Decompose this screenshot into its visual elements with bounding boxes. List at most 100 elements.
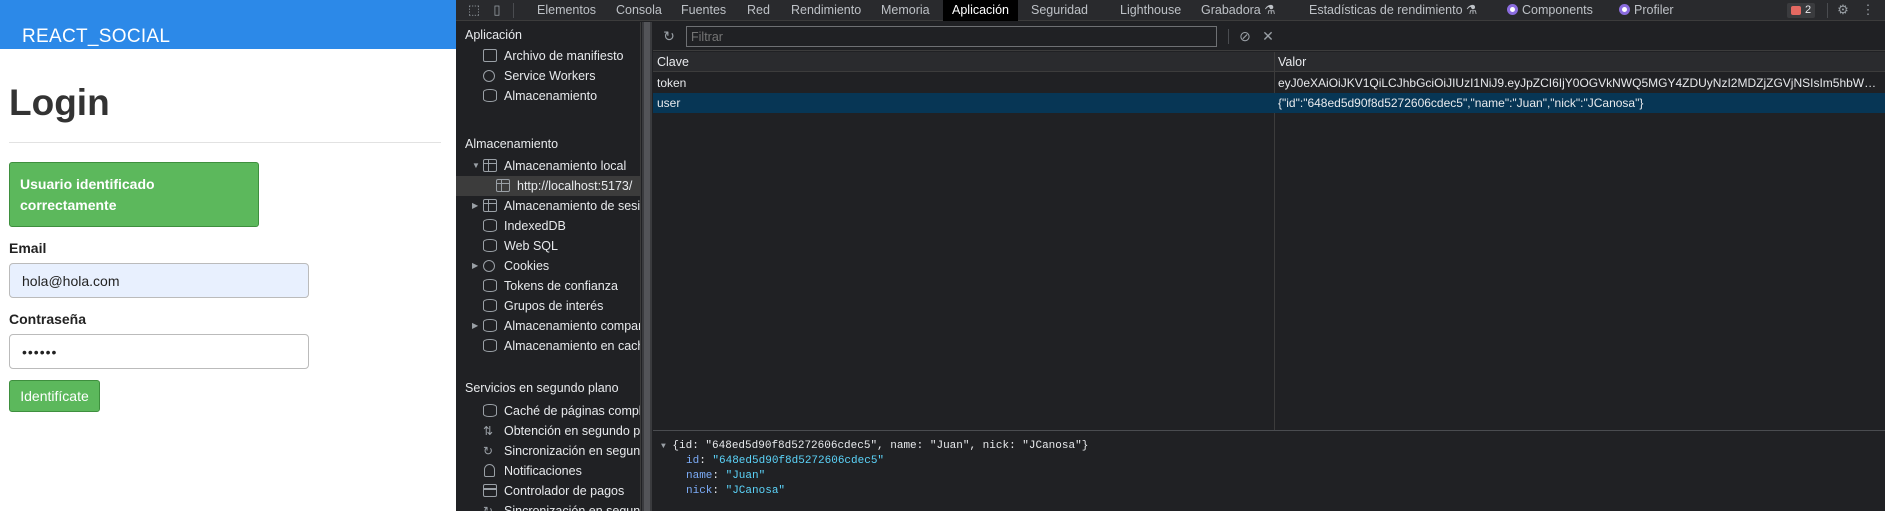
column-header-value[interactable]: Valor	[1278, 55, 1306, 69]
flask-icon: ⚗	[1264, 3, 1276, 17]
email-field[interactable]: hola@hola.com	[9, 263, 309, 298]
sidebar-item-tokens[interactable]: Tokens de confianza	[456, 276, 640, 296]
email-label: Email	[9, 240, 47, 256]
table-icon	[483, 159, 497, 172]
sidebar-item-cache[interactable]: Almacenamiento en caché	[456, 336, 640, 356]
cell-value: eyJ0eXAiOiJKV1QiLCJhbGciOiJIUzI1NiJ9.eyJ…	[1278, 76, 1883, 90]
tab-estadisticas[interactable]: Estadísticas de rendimiento ⚗	[1309, 0, 1477, 21]
sidebar-item-label: Sincronización en segundo plano periódic…	[504, 504, 641, 511]
sidebar-item-almacenamiento-local[interactable]: ▼ Almacenamiento local	[456, 156, 640, 176]
chevron-right-icon[interactable]: ▶	[472, 196, 480, 216]
sidebar-item-cookies[interactable]: ▶ Cookies	[456, 256, 640, 276]
sidebar-item-localhost[interactable]: http://localhost:5173/	[456, 176, 640, 196]
tab-components[interactable]: Components	[1507, 0, 1593, 21]
sidebar-item-compartido[interactable]: ▶ Almacenamiento compartido	[456, 316, 640, 336]
inspect-element-icon[interactable]: ⬚	[466, 2, 482, 18]
flask-icon: ⚗	[1466, 3, 1478, 17]
tab-elementos[interactable]: Elementos	[537, 0, 596, 21]
brand-title[interactable]: REACT_SOCIAL	[22, 25, 456, 48]
sidebar-item-label: http://localhost:5173/	[517, 179, 633, 193]
issues-badge[interactable]: 2	[1787, 3, 1816, 18]
table-icon	[496, 179, 510, 192]
tab-lighthouse[interactable]: Lighthouse	[1120, 0, 1181, 21]
refresh-icon[interactable]: ↻	[661, 28, 677, 44]
sidebar-item-pagos[interactable]: Controlador de pagos	[456, 481, 640, 501]
sidebar-section-almacenamiento: Almacenamiento	[465, 137, 559, 151]
divider	[9, 142, 441, 143]
prop-key: id	[686, 455, 700, 467]
tab-grabadora[interactable]: Grabadora ⚗	[1201, 0, 1275, 21]
clear-all-icon[interactable]: ⊘	[1237, 28, 1253, 44]
prop-colon: :	[712, 470, 726, 482]
sidebar-item-sesion[interactable]: ▶ Almacenamiento de sesión	[456, 196, 641, 216]
sync-icon: ↻	[483, 444, 494, 458]
sidebar-item-notificaciones[interactable]: Notificaciones	[456, 461, 640, 481]
database-icon	[483, 339, 497, 352]
gear-icon	[483, 70, 495, 82]
app-header: REACT_SOCIAL	[0, 0, 456, 49]
tab-rendimiento[interactable]: Rendimiento	[791, 0, 861, 21]
cell-key: user	[657, 96, 681, 110]
sidebar-item-label: Grupos de interés	[504, 299, 604, 313]
chevron-right-icon[interactable]: ▶	[472, 316, 480, 336]
sidebar-item-label: Web SQL	[504, 239, 558, 253]
filter-toolbar: ↻ ⊘ ✕	[653, 22, 1885, 51]
toolbar-separator	[513, 3, 514, 18]
tab-seguridad[interactable]: Seguridad	[1031, 0, 1088, 21]
prop-key: nick	[686, 485, 713, 497]
sidebar-item-grupos[interactable]: Grupos de interés	[456, 296, 640, 316]
database-icon	[483, 239, 497, 252]
sidebar-item-sync-periodica[interactable]: ↻ Sincronización en segundo plano periód…	[456, 501, 641, 511]
table-row[interactable]: user {"id":"648ed5d90f8d5272606cdec5","n…	[653, 93, 1885, 113]
tab-red[interactable]: Red	[747, 0, 770, 21]
preview-prop: nick: "JCanosa"	[686, 484, 785, 498]
login-button[interactable]: Identifícate	[9, 380, 100, 412]
preview-prop: id: "648ed5d90f8d5272606cdec5"	[686, 454, 884, 468]
tab-fuentes[interactable]: Fuentes	[681, 0, 726, 21]
sidebar-item-label: Cookies	[504, 259, 550, 273]
chevron-down-icon[interactable]: ▼	[472, 156, 480, 176]
prop-value: "Juan"	[725, 470, 766, 482]
table-row[interactable]: token eyJ0eXAiOiJKV1QiLCJhbGciOiJIUzI1Ni…	[653, 73, 1885, 93]
cell-key: token	[657, 76, 687, 90]
chevron-down-icon: ▼	[661, 442, 666, 451]
tab-memoria[interactable]: Memoria	[881, 0, 930, 21]
preview-summary[interactable]: ▼ {id: "648ed5d90f8d5272606cdec5", name:…	[661, 439, 1088, 454]
gear-icon[interactable]: ⚙	[1835, 2, 1851, 18]
sidebar-item-indexeddb[interactable]: IndexedDB	[456, 216, 640, 236]
sidebar-item-label: Almacenamiento	[504, 89, 598, 103]
tab-consola[interactable]: Consola	[616, 0, 662, 21]
sidebar-item-manifiesto[interactable]: Archivo de manifiesto	[456, 46, 640, 66]
sidebar-item-label: Almacenamiento compartido	[504, 319, 640, 333]
sidebar-item-websql[interactable]: Web SQL	[456, 236, 640, 256]
database-icon	[483, 319, 497, 332]
column-header-key[interactable]: Clave	[657, 55, 689, 69]
sidebar-item-sincronizacion[interactable]: ↻ Sincronización en segundo plano	[456, 441, 640, 461]
sidebar-item-label: Almacenamiento de sesión	[504, 199, 641, 213]
value-preview: ▼ {id: "648ed5d90f8d5272606cdec5", name:…	[653, 430, 1885, 511]
sidebar-section-aplicacion: Aplicación	[465, 28, 522, 42]
sidebar-item-label: Service Workers	[504, 69, 596, 83]
sidebar-resizer[interactable]	[642, 22, 652, 511]
sidebar-item-almacenamiento[interactable]: Almacenamiento	[456, 86, 640, 106]
toolbar-separator	[1827, 3, 1828, 18]
password-field[interactable]: ••••••	[9, 334, 309, 369]
cookie-icon	[483, 260, 495, 272]
filter-input[interactable]	[686, 26, 1217, 47]
delete-selected-icon[interactable]: ✕	[1260, 28, 1276, 44]
preview-summary-text: {id: "648ed5d90f8d5272606cdec5", name: "…	[672, 440, 1089, 452]
more-options-icon[interactable]: ⋮	[1860, 2, 1876, 18]
devtools-panel: ⬚ ▯ Elementos Consola Fuentes Red Rendim…	[456, 0, 1885, 511]
tab-estadisticas-label: Estadísticas de rendimiento	[1309, 3, 1463, 17]
prop-colon: :	[712, 485, 726, 497]
chevron-right-icon[interactable]: ▶	[472, 256, 480, 276]
sidebar-item-cache-paginas[interactable]: Caché de páginas completa	[456, 401, 640, 421]
tab-profiler[interactable]: Profiler	[1619, 0, 1674, 21]
storage-main-pane: ↻ ⊘ ✕ Clave Valor token eyJ0eXAiOiJKV1Qi…	[653, 22, 1885, 511]
tab-aplicacion[interactable]: Aplicación	[943, 0, 1018, 21]
sidebar-item-label: Controlador de pagos	[504, 484, 625, 498]
sidebar-item-label: IndexedDB	[504, 219, 566, 233]
device-toolbar-icon[interactable]: ▯	[489, 2, 505, 18]
sidebar-item-obtencion[interactable]: ⇅ Obtención en segundo plano	[456, 421, 640, 441]
sidebar-item-service-workers[interactable]: Service Workers	[456, 66, 640, 86]
